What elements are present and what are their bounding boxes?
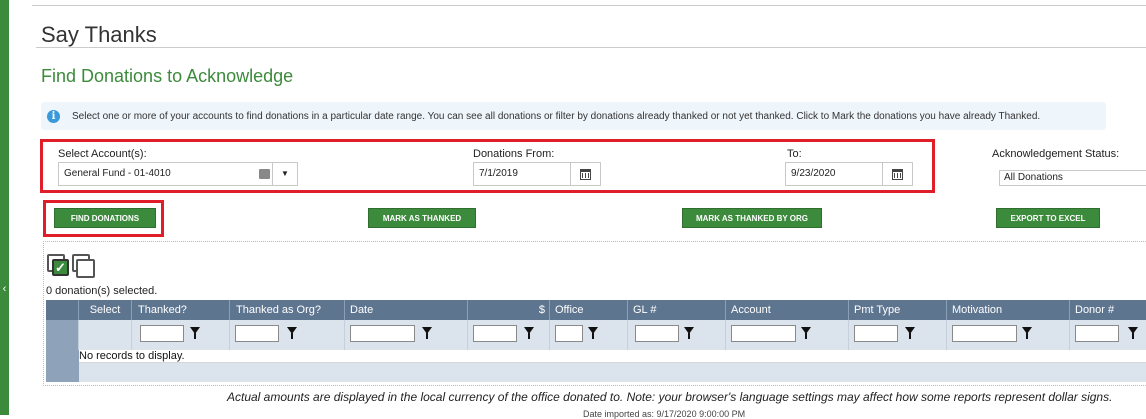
grid-header-spacer xyxy=(46,300,79,320)
section-title: Find Donations to Acknowledge xyxy=(41,66,294,86)
column-header-account[interactable]: Account xyxy=(726,300,849,320)
filter-cell-date xyxy=(345,320,468,350)
info-banner: i Select one or more of your accounts to… xyxy=(41,102,1106,130)
column-header-office[interactable]: Office xyxy=(550,300,628,320)
currency-footnote: Actual amounts are displayed in the loca… xyxy=(227,390,1113,404)
filter-icon[interactable] xyxy=(684,327,694,339)
status-select[interactable]: All Donations xyxy=(999,170,1146,186)
filter-icon[interactable] xyxy=(1022,327,1032,339)
filter-cell-thanked xyxy=(132,320,230,350)
column-header-gl[interactable]: GL # xyxy=(628,300,726,320)
filter-cell-motivation xyxy=(947,320,1070,350)
filter-input-thanked-org[interactable] xyxy=(235,325,279,342)
date-imported: Date imported as: 9/17/2020 9:00:00 PM xyxy=(583,409,746,419)
filter-cell-account xyxy=(726,320,849,350)
column-header-date[interactable]: Date xyxy=(345,300,468,320)
column-header-thanked-org[interactable]: Thanked as Org? xyxy=(230,300,345,320)
deselect-all-icon[interactable] xyxy=(72,254,98,280)
column-header-donor[interactable]: Donor # xyxy=(1070,300,1146,320)
top-divider xyxy=(32,5,1146,6)
filter-input-gl[interactable] xyxy=(635,325,679,342)
filter-icon[interactable] xyxy=(524,327,534,339)
selected-count: 0 donation(s) selected. xyxy=(46,285,158,297)
mark-thanked-button[interactable]: MARK AS THANKED xyxy=(368,208,476,228)
no-records-message: No records to display. xyxy=(79,350,185,362)
sidebar-strip: ‹ xyxy=(0,0,9,415)
column-header-select[interactable]: Select xyxy=(79,300,132,320)
filter-input-account[interactable] xyxy=(731,325,796,342)
collapse-sidebar-icon[interactable]: ‹ xyxy=(0,281,9,297)
filter-icon[interactable] xyxy=(287,327,297,339)
filter-cell-amount xyxy=(468,320,550,350)
column-header-motivation[interactable]: Motivation xyxy=(947,300,1070,320)
filter-icon[interactable] xyxy=(801,327,811,339)
info-icon: i xyxy=(47,109,60,123)
select-toolbar: ✓ xyxy=(47,254,97,278)
filter-icon[interactable] xyxy=(588,327,598,339)
filter-cell-office xyxy=(550,320,628,350)
select-all-icon[interactable]: ✓ xyxy=(47,254,73,280)
info-text: Select one or more of your accounts to f… xyxy=(72,110,1041,122)
filter-input-thanked[interactable] xyxy=(140,325,184,342)
title-divider xyxy=(36,47,1146,48)
filter-icon[interactable] xyxy=(422,327,432,339)
filter-cell-pmt-type xyxy=(849,320,947,350)
filter-input-amount[interactable] xyxy=(473,325,517,342)
filter-cell-select xyxy=(79,320,132,350)
mark-thanked-org-button[interactable]: MARK AS THANKED BY ORG xyxy=(682,208,822,228)
column-header-amount[interactable]: $ xyxy=(468,300,550,320)
grid-filter-row xyxy=(46,320,1146,350)
filter-input-motivation[interactable] xyxy=(952,325,1017,342)
grid-body: No records to display. xyxy=(46,350,1146,382)
export-excel-button[interactable]: EXPORT TO EXCEL xyxy=(996,208,1100,228)
column-header-thanked[interactable]: Thanked? xyxy=(132,300,230,320)
grid-footer xyxy=(79,363,1146,382)
criteria-highlight xyxy=(40,139,935,193)
filter-cell-gl xyxy=(628,320,726,350)
page-title: Say Thanks xyxy=(41,22,157,47)
grid-row-indicator xyxy=(46,350,79,382)
filter-input-office[interactable] xyxy=(555,325,583,342)
status-label: Acknowledgement Status: xyxy=(992,148,1120,160)
filter-cell-thanked-org xyxy=(230,320,345,350)
filter-input-donor[interactable] xyxy=(1075,325,1119,342)
filter-icon[interactable] xyxy=(905,327,915,339)
empty-row: No records to display. xyxy=(79,350,1146,363)
filter-spacer xyxy=(46,320,79,350)
filter-input-date[interactable] xyxy=(350,325,415,342)
filter-icon[interactable] xyxy=(190,327,200,339)
find-highlight xyxy=(43,200,164,237)
column-header-pmt-type[interactable]: Pmt Type xyxy=(849,300,947,320)
filter-input-pmt-type[interactable] xyxy=(854,325,898,342)
filter-cell-donor xyxy=(1070,320,1146,350)
grid-header: Select Thanked? Thanked as Org? Date $ O… xyxy=(46,300,1146,320)
filter-icon[interactable] xyxy=(1128,327,1138,339)
